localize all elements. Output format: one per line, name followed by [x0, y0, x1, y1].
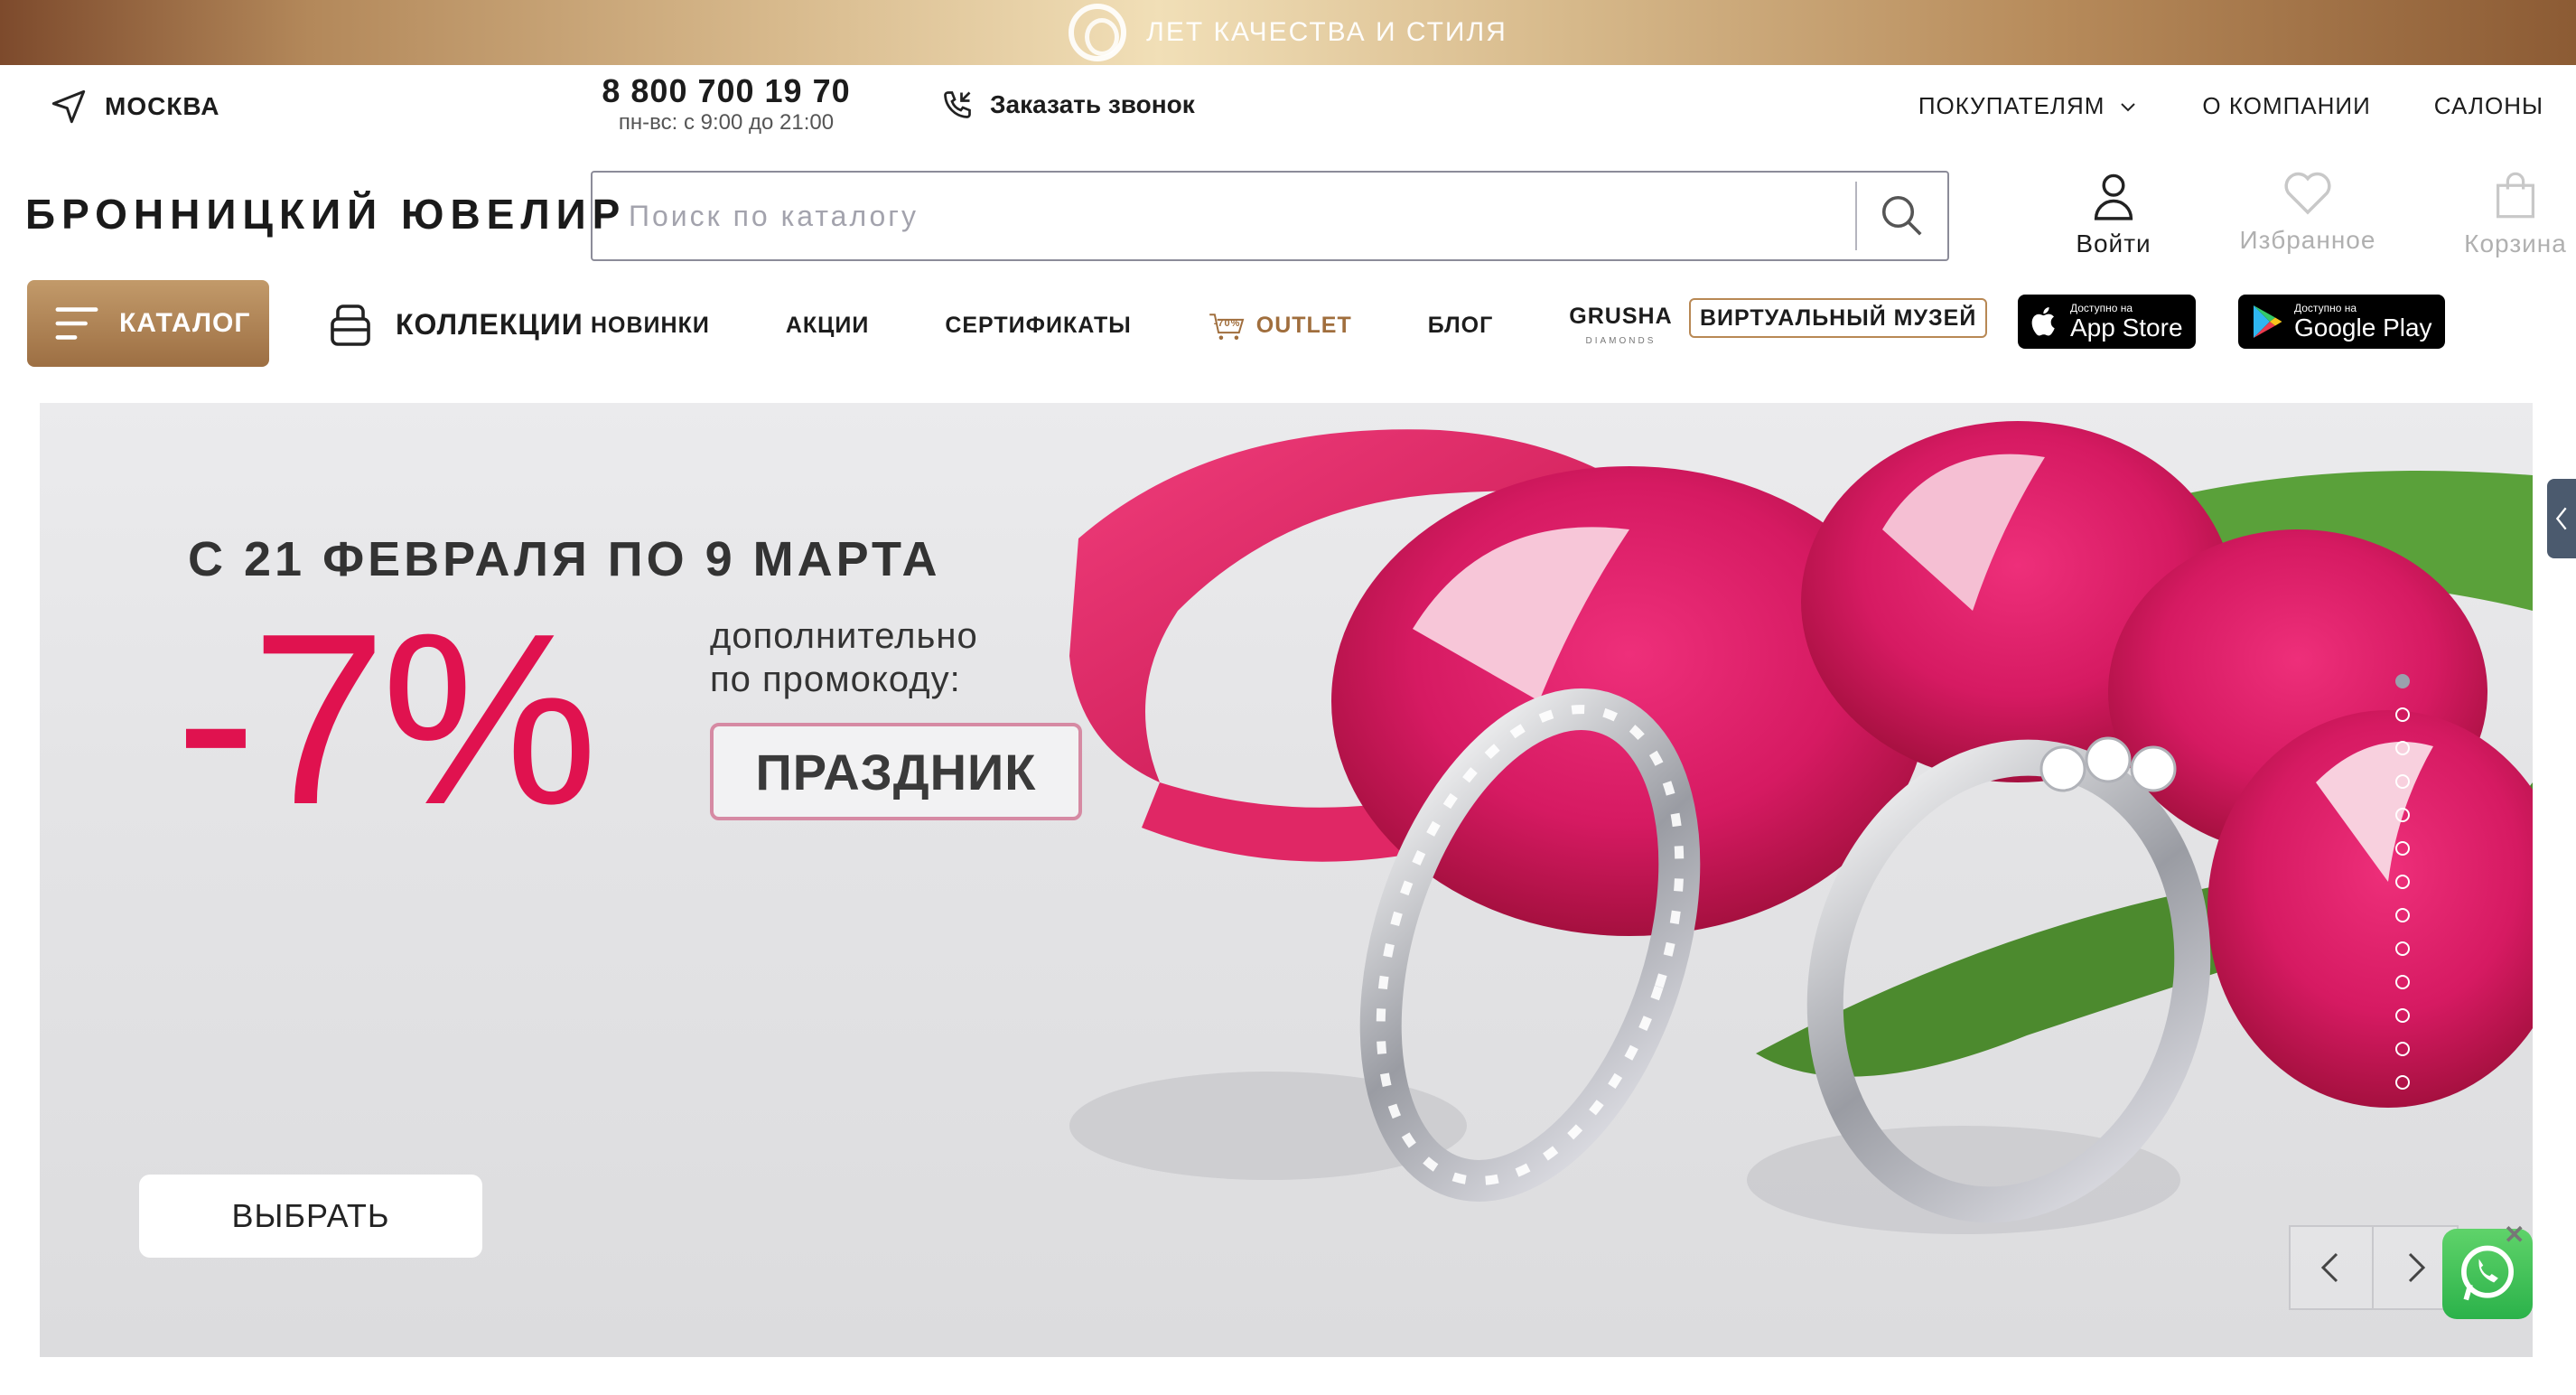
chevron-right-icon	[2408, 1252, 2426, 1283]
app-store-badge[interactable]: Доступно на App Store	[2018, 295, 2196, 349]
outlet-cart-icon: -70%	[1208, 311, 1247, 342]
promo-text: дополнительно по промокоду:	[710, 614, 1035, 701]
phone-callback-icon	[944, 91, 971, 118]
slider-dot[interactable]	[2395, 975, 2410, 989]
chevron-left-icon	[2320, 1252, 2338, 1283]
city-selector[interactable]: МОСКВА	[51, 89, 219, 125]
search-icon	[1881, 195, 1922, 236]
favorites-button[interactable]: Избранное	[2204, 170, 2412, 258]
user-icon	[2094, 173, 2133, 220]
slider-dot[interactable]	[2395, 1075, 2410, 1090]
chevron-left-icon	[2555, 507, 2567, 530]
side-panel-toggle[interactable]	[2547, 479, 2576, 558]
heart-icon	[2284, 172, 2331, 215]
collections-link[interactable]: КОЛЛЕКЦИИ	[327, 300, 583, 349]
main-nav: НОВИНКИ АКЦИИ СЕРТИФИКАТЫ -70% OUTLET БЛ…	[591, 305, 1749, 346]
slider-dot[interactable]	[2395, 707, 2410, 722]
header-top-row: МОСКВА 8 800 700 19 70 пн-вс: с 9:00 до …	[0, 65, 2576, 148]
top-nav: ПОКУПАТЕЛЯМ О КОМПАНИИ САЛОНЫ	[1918, 92, 2543, 120]
cart-button[interactable]: Корзина	[2412, 170, 2576, 258]
ring-logo-icon	[1069, 4, 1127, 61]
nav-outlet-label: OUTLET	[1255, 313, 1352, 338]
catalog-label: КАТАЛОГ	[119, 308, 251, 338]
site-logo[interactable]: БРОННИЦКИЙ ЮВЕЛИР	[25, 190, 626, 239]
googleplay-big: Google Play	[2294, 314, 2432, 342]
outlet-badge: -70%	[1213, 317, 1241, 329]
nav-sales[interactable]: АКЦИИ	[786, 313, 870, 339]
login-label: Войти	[2076, 229, 2151, 257]
box-icon	[331, 304, 370, 346]
appstore-big: App Store	[2070, 314, 2183, 342]
location-arrow-icon	[51, 89, 86, 124]
cart-label: Корзина	[2464, 229, 2567, 257]
hero-slider[interactable]: С 21 ФЕВРАЛЯ ПО 9 МАРТА -7% дополнительн…	[40, 403, 2533, 1357]
google-play-badge[interactable]: Доступно на Google Play	[2238, 295, 2445, 349]
working-hours: пн-вс: с 9:00 до 21:00	[618, 110, 835, 135]
nav-new[interactable]: НОВИНКИ	[591, 313, 710, 339]
banner-text: ЛЕТ КАЧЕСТВА И СТИЛЯ	[1146, 17, 1507, 47]
promo-code: ПРАЗДНИК	[710, 723, 1082, 820]
collections-label: КОЛЛЕКЦИИ	[396, 307, 583, 341]
nav-buyers-label: ПОКУПАТЕЛЯМ	[1918, 92, 2105, 119]
grusha-label: GRUSHA	[1569, 304, 1673, 329]
nav-blog[interactable]: БЛОГ	[1428, 313, 1494, 339]
slider-dot[interactable]	[2395, 1042, 2410, 1056]
appstore-small: Доступно на	[2070, 302, 2133, 314]
nav-outlet[interactable]: -70% OUTLET	[1208, 311, 1352, 342]
apple-icon	[2031, 307, 2055, 336]
slider-dot[interactable]	[2395, 674, 2410, 688]
promo-text-line1: дополнительно	[710, 616, 978, 656]
bag-icon	[2497, 172, 2534, 219]
promo-dates: С 21 ФЕВРАЛЯ ПО 9 МАРТА	[188, 532, 941, 586]
favorites-label: Избранное	[2239, 226, 2376, 254]
nav-about[interactable]: О КОМПАНИИ	[2202, 92, 2370, 120]
login-button[interactable]: Войти	[2023, 170, 2204, 258]
nav-salons[interactable]: САЛОНЫ	[2434, 92, 2543, 120]
user-actions: Войти Избранное Корзина	[2023, 170, 2576, 258]
callback-link[interactable]: Заказать звонок	[941, 89, 1195, 121]
chevron-down-icon	[2121, 102, 2136, 111]
nav-certificates[interactable]: СЕРТИФИКАТЫ	[945, 313, 1131, 339]
promo-text-line2: по промокоду:	[710, 660, 961, 699]
discount-value: -7%	[175, 584, 598, 856]
nav-grusha[interactable]: GRUSHA DIAMONDS	[1569, 305, 1672, 346]
search-bar	[591, 171, 1949, 261]
menu-icon	[55, 307, 98, 340]
slider-dot[interactable]	[2395, 774, 2410, 789]
phone-block[interactable]: 8 800 700 19 70 пн-вс: с 9:00 до 21:00	[591, 72, 862, 136]
virtual-museum-link[interactable]: ВИРТУАЛЬНЫЙ МУЗЕЙ	[1689, 298, 1988, 338]
callback-label: Заказать звонок	[990, 90, 1195, 118]
google-play-icon	[2254, 305, 2282, 338]
slider-dot[interactable]	[2395, 1008, 2410, 1023]
slider-dot[interactable]	[2395, 941, 2410, 956]
search-input[interactable]	[593, 173, 1855, 259]
prev-slide-button[interactable]	[2289, 1225, 2374, 1310]
slider-pagination	[2395, 674, 2410, 1090]
anniversary-banner[interactable]: ЛЕТ КАЧЕСТВА И СТИЛЯ	[0, 0, 2576, 65]
grusha-sub: DIAMONDS	[1585, 336, 1657, 346]
slider-dot[interactable]	[2395, 808, 2410, 822]
slider-dot[interactable]	[2395, 841, 2410, 856]
close-icon[interactable]: ✕	[2504, 1220, 2525, 1250]
slider-dot[interactable]	[2395, 908, 2410, 922]
phone-number[interactable]: 8 800 700 19 70	[591, 72, 862, 110]
googleplay-small: Доступно на	[2294, 302, 2357, 314]
search-button[interactable]	[1857, 173, 1947, 259]
slider-dot[interactable]	[2395, 875, 2410, 889]
slider-dot[interactable]	[2395, 741, 2410, 755]
nav-buyers[interactable]: ПОКУПАТЕЛЯМ	[1918, 92, 2140, 120]
slider-arrows	[2289, 1225, 2459, 1310]
whatsapp-icon	[2461, 1245, 2514, 1301]
city-label: МОСКВА	[105, 92, 220, 120]
catalog-button[interactable]: КАТАЛОГ	[27, 280, 269, 367]
select-button[interactable]: ВЫБРАТЬ	[139, 1175, 482, 1258]
